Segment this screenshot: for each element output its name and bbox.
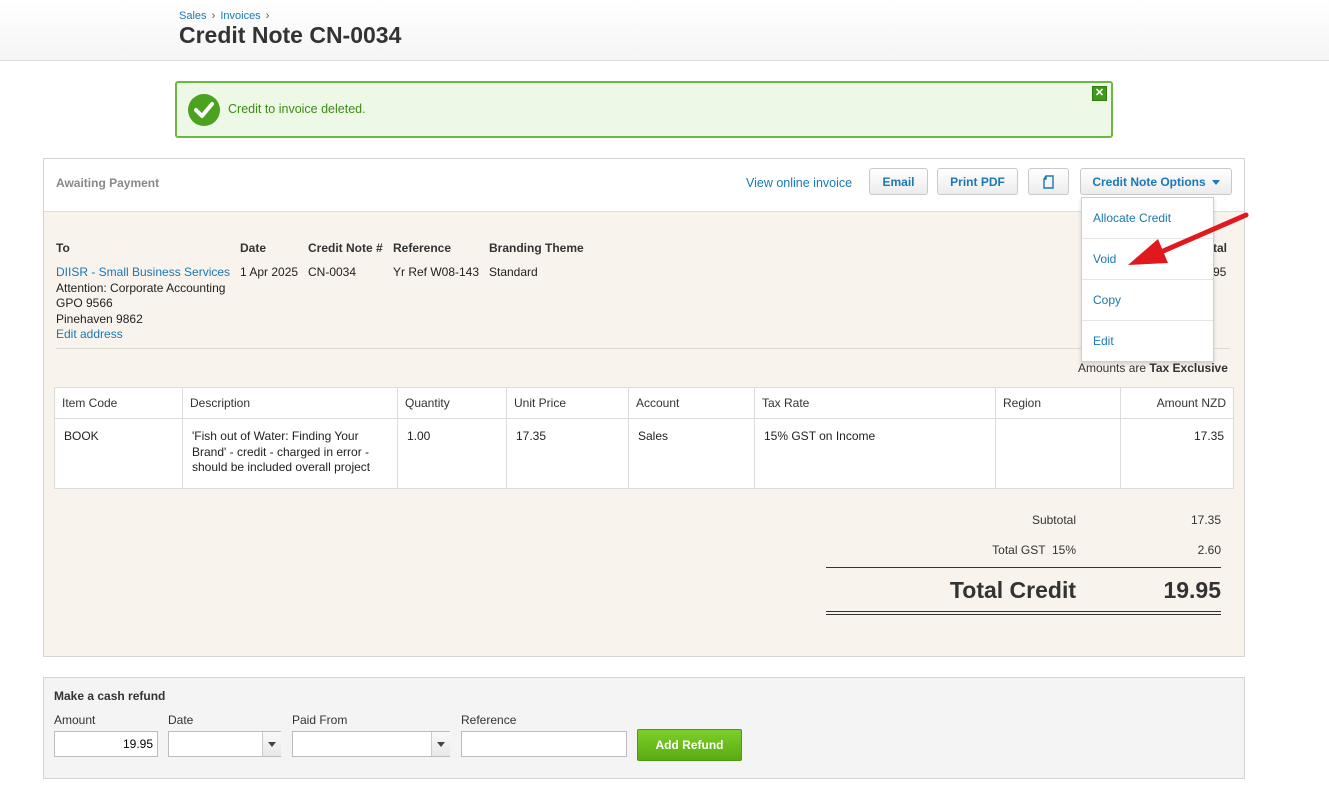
- breadcrumb-sales[interactable]: Sales: [179, 10, 207, 22]
- close-icon[interactable]: ✕: [1092, 86, 1107, 101]
- gst-label: Total GST 15%: [992, 543, 1076, 557]
- edit-address-link[interactable]: Edit address: [56, 327, 123, 341]
- date-label: Date: [240, 241, 267, 255]
- totals-rule: [826, 567, 1221, 568]
- description-cell[interactable]: 'Fish out of Water: Finding Your Brand' …: [182, 418, 398, 489]
- reference-label: Reference: [393, 241, 452, 255]
- column-header: Tax Rate: [754, 387, 996, 419]
- menu-item-copy[interactable]: Copy: [1082, 280, 1213, 321]
- total-credit-label: Total Credit: [949, 577, 1076, 603]
- copy-icon: [1042, 175, 1054, 189]
- column-header: Unit Price: [506, 387, 629, 419]
- menu-item-edit[interactable]: Edit: [1082, 321, 1213, 361]
- status-label: Awaiting Payment: [56, 176, 160, 190]
- red-arrow-annotation: [1128, 212, 1249, 265]
- page-header: Sales › Invoices › Credit Note CN-0034: [0, 0, 1329, 61]
- region-cell[interactable]: [995, 418, 1121, 489]
- column-header: Account: [628, 387, 755, 419]
- tax-mode-value[interactable]: Tax Exclusive: [1149, 361, 1228, 375]
- totals-double-rule: [826, 614, 1221, 615]
- gst-value: 2.60: [1197, 543, 1221, 557]
- view-online-invoice-link[interactable]: View online invoice: [746, 176, 852, 190]
- amount-label: Amount: [54, 713, 96, 727]
- chevron-down-icon: [1211, 180, 1220, 186]
- breadcrumb: Sales › Invoices ›: [179, 10, 271, 22]
- paid-from-label: Paid From: [292, 713, 348, 727]
- totals-double-rule: [826, 611, 1221, 612]
- unit-price-cell[interactable]: 17.35: [506, 418, 629, 489]
- contact-link[interactable]: DIISR - Small Business Services: [56, 265, 230, 279]
- column-header: Region: [995, 387, 1121, 419]
- line-items-table: Item Code Description Quantity Unit Pric…: [54, 387, 1234, 489]
- breadcrumb-separator: ›: [265, 10, 270, 22]
- tax-rate-cell[interactable]: 15% GST on Income: [754, 418, 996, 489]
- account-cell[interactable]: Sales: [628, 418, 755, 489]
- column-header: Quantity: [397, 387, 507, 419]
- breadcrumb-separator: ›: [211, 10, 216, 22]
- notice-message: Credit to invoice deleted.: [228, 102, 366, 116]
- cash-refund-panel: Make a cash refund Amount Date Paid From…: [43, 677, 1245, 779]
- table-row[interactable]: BOOK 'Fish out of Water: Finding Your Br…: [54, 418, 1234, 489]
- address-line: Attention: Corporate Accounting: [56, 280, 226, 295]
- reference-value: Yr Ref W08-143: [393, 265, 480, 279]
- breadcrumb-invoices[interactable]: Invoices: [220, 10, 260, 22]
- email-button[interactable]: Email: [869, 168, 928, 195]
- column-header: Description: [182, 387, 398, 419]
- chevron-down-icon[interactable]: [431, 732, 450, 756]
- check-circle-icon: [188, 94, 220, 126]
- branding-theme-value: Standard: [489, 265, 538, 279]
- refund-title: Make a cash refund: [54, 689, 166, 703]
- credit-note-number-value: CN-0034: [308, 265, 357, 279]
- item-code-cell[interactable]: BOOK: [54, 418, 183, 489]
- table-header-row: Item Code Description Quantity Unit Pric…: [54, 387, 1234, 419]
- success-notice: Credit to invoice deleted. ✕: [175, 81, 1113, 138]
- credit-note-number-label: Credit Note #: [308, 241, 383, 255]
- page-title: Credit Note CN-0034: [179, 22, 402, 48]
- quantity-cell[interactable]: 1.00: [397, 418, 507, 489]
- contact-address: DIISR - Small Business Services Attentio…: [56, 265, 230, 343]
- credit-note-panel: Awaiting Payment View online invoice Ema…: [43, 158, 1245, 657]
- address-line: Pinehaven 9862: [56, 311, 143, 326]
- paid-from-select[interactable]: [292, 731, 450, 757]
- print-pdf-button[interactable]: Print PDF: [937, 168, 1018, 195]
- subtotal-label: Subtotal: [1031, 513, 1076, 527]
- column-header: Item Code: [54, 387, 183, 419]
- copy-button[interactable]: [1028, 168, 1069, 195]
- reference-input[interactable]: [461, 731, 627, 757]
- panel-toolbar: Awaiting Payment View online invoice Ema…: [44, 159, 1244, 212]
- date-label: Date: [168, 713, 194, 727]
- branding-theme-label: Branding Theme: [489, 241, 584, 255]
- address-line: GPO 9566: [56, 296, 113, 310]
- amount-input[interactable]: [54, 731, 158, 757]
- add-refund-button[interactable]: Add Refund: [637, 729, 742, 761]
- total-credit-value: 19.95: [1163, 577, 1221, 603]
- to-label: To: [56, 241, 70, 255]
- tax-mode-note: Amounts are Tax Exclusive: [1078, 361, 1228, 375]
- divider: [56, 348, 1230, 349]
- date-value: 1 Apr 2025: [240, 265, 299, 279]
- chevron-down-icon[interactable]: [262, 732, 281, 756]
- credit-note-options-button[interactable]: Credit Note Options: [1080, 168, 1232, 195]
- credit-note-options-label: Credit Note Options: [1092, 175, 1206, 189]
- tax-mode-prefix: Amounts are: [1078, 361, 1147, 375]
- subtotal-value: 17.35: [1190, 513, 1221, 527]
- amount-cell[interactable]: 17.35: [1120, 418, 1234, 489]
- reference-label: Reference: [461, 713, 517, 727]
- column-header: Amount NZD: [1120, 387, 1234, 419]
